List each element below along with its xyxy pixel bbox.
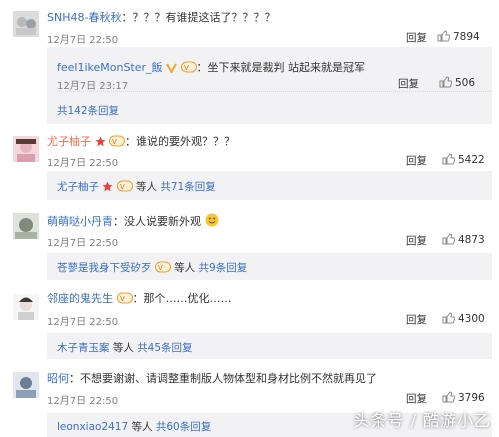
sub-like-button[interactable]: 506 (439, 76, 475, 89)
vip-badge-icon: V (154, 261, 171, 276)
username[interactable]: 尤子柚子 (47, 135, 91, 148)
svg-text:V: V (112, 138, 117, 146)
sub-reply-username[interactable]: feel1ikeMonSter_飯 (57, 61, 163, 74)
like-count: 4300 (458, 313, 485, 325)
others-label: 等人 (174, 262, 196, 274)
thumbs-up-icon (442, 312, 456, 324)
comment-text-line: SNH48-春秋秋：？？？有谁提这话了？？？？ (47, 11, 275, 25)
comment-4: 邻座的鬼先生 V ：那个……优化…… 12月7日 22:50 回复 4300 木子… (0, 280, 499, 359)
comment-text-line: 昭何：不想要谢谢、请调整重制版人物体型和身材比例不然就再见了 (47, 372, 377, 386)
sub-reply-username[interactable]: 尤子柚子 (57, 181, 99, 193)
reply-thread: 苍蓼是我身下受矽歹 V 等人 共9条回复 (47, 253, 492, 280)
reply-button[interactable]: 回复 (406, 312, 427, 327)
sub-reply-text: ：坐下来就是裁判 站起来就是冠军 (196, 61, 366, 74)
reply-button[interactable]: 回复 (406, 30, 427, 45)
thumbs-up-icon (439, 76, 453, 88)
reply-button[interactable]: 回复 (406, 153, 427, 168)
sub-reply-timestamp: 12月7日 23:17 (57, 81, 129, 92)
comment-text-line: 尤子柚子 V ：谁说的要外观？？？ (47, 135, 235, 151)
username[interactable]: 昭何 (47, 372, 69, 385)
comment-text: ：谁说的要外观？？？ (125, 135, 235, 148)
svg-text:V: V (184, 64, 189, 72)
comment-2: 尤子柚子 V ：谁说的要外观？？？ 12月7日 22:50 回复 5422 尤子柚… (0, 124, 499, 202)
thumbs-up-icon (437, 30, 451, 42)
comment-1: SNH48-春秋秋：？？？有谁提这话了？？？？ 12月7日 22:50 回复 7… (0, 0, 499, 124)
like-button[interactable]: 4873 (442, 233, 485, 246)
total-replies-link[interactable]: 共9条回复 (199, 262, 248, 274)
like-button[interactable]: 4300 (442, 312, 485, 325)
others-label: 等人 (131, 421, 153, 433)
comment-text: ：？？？有谁提这话了？？？？ (121, 11, 276, 24)
like-count: 4873 (458, 234, 485, 246)
others-label: 等人 (136, 181, 158, 193)
sub-reply-text-line: feel1ikeMonSter_飯 V ：坐下来就是裁判 站起来就是冠军 (57, 59, 365, 76)
comment-text-line: 萌萌哒小丹青：没人说要新外观 (47, 213, 219, 231)
sub-like-count: 506 (455, 77, 476, 89)
svg-text:V: V (120, 183, 125, 191)
total-replies-link[interactable]: 共142条回复 (57, 103, 119, 118)
emoji-icon (205, 213, 219, 231)
star-badge-icon (95, 136, 106, 151)
divider (57, 91, 492, 92)
vip-badge-icon: V (109, 135, 125, 151)
reply-button[interactable]: 回复 (406, 391, 427, 406)
verified-v-icon (166, 62, 177, 76)
reply-summary: 木子青玉案 等人 共45条回复 (57, 340, 193, 355)
timestamp: 12月7日 22:50 (47, 396, 119, 407)
sub-reply-button[interactable]: 回复 (398, 76, 419, 91)
avatar[interactable] (13, 294, 39, 320)
sub-reply-username[interactable]: leonxiao2417 (57, 421, 128, 433)
total-replies-text[interactable]: 共142条回复 (57, 105, 119, 117)
avatar[interactable] (13, 213, 39, 239)
reply-summary: 尤子柚子 V 等人 共71条回复 (57, 179, 216, 195)
vip-badge-icon: V (180, 61, 197, 76)
timestamp: 12月7日 22:50 (47, 238, 119, 249)
watermark: 头条号 / 酷游小乙 (353, 411, 491, 430)
like-button[interactable]: 3796 (442, 391, 485, 404)
reply-thread: feel1ikeMonSter_飯 V ：坐下来就是裁判 站起来就是冠军 12月7… (47, 47, 492, 124)
timestamp: 12月7日 22:50 (47, 317, 119, 328)
svg-text:V: V (158, 264, 163, 272)
avatar[interactable] (13, 372, 39, 398)
vip-badge-icon: V (116, 292, 133, 308)
like-count: 5422 (458, 154, 485, 166)
username[interactable]: SNH48-春秋秋 (47, 11, 121, 24)
total-replies-link[interactable]: 共60条回复 (156, 421, 211, 433)
reply-thread: 尤子柚子 V 等人 共71条回复 (47, 171, 492, 200)
svg-text:V: V (120, 295, 125, 303)
timestamp: 12月7日 22:50 (47, 35, 119, 46)
comment-3: 萌萌哒小丹青：没人说要新外观 12月7日 22:50 回复 4873 苍蓼是我身… (0, 202, 499, 280)
like-button[interactable]: 7894 (437, 30, 480, 43)
like-count: 3796 (458, 392, 485, 404)
like-button[interactable]: 5422 (442, 153, 485, 166)
username[interactable]: 邻座的鬼先生 (47, 292, 113, 305)
thumbs-up-icon (442, 391, 456, 403)
reply-thread: 木子青玉案 等人 共45条回复 (47, 333, 492, 359)
vip-badge-icon: V (116, 180, 133, 195)
timestamp: 12月7日 22:50 (47, 158, 119, 169)
star-badge-icon (102, 181, 113, 195)
like-count: 7894 (453, 31, 480, 43)
thumbs-up-icon (442, 153, 456, 165)
username[interactable]: 萌萌哒小丹青 (47, 215, 113, 228)
comment-text-line: 邻座的鬼先生 V ：那个……优化…… (47, 292, 232, 308)
avatar[interactable] (13, 11, 39, 37)
comment-text: ：不想要谢谢、请调整重制版人物体型和身材比例不然就再见了 (69, 372, 377, 385)
thumbs-up-icon (442, 233, 456, 245)
reply-summary: 苍蓼是我身下受矽歹 V 等人 共9条回复 (57, 260, 247, 276)
reply-summary: leonxiao2417 等人 共60条回复 (57, 419, 211, 434)
total-replies-link[interactable]: 共71条回复 (160, 181, 215, 193)
sub-reply-username[interactable]: 苍蓼是我身下受矽歹 (57, 262, 152, 274)
avatar[interactable] (13, 136, 39, 162)
others-label: 等人 (112, 342, 134, 354)
sub-reply-username[interactable]: 木子青玉案 (57, 342, 110, 354)
comment-text: ：那个……优化…… (132, 292, 232, 305)
comment-text: ：没人说要新外观 (113, 215, 201, 228)
reply-button[interactable]: 回复 (406, 233, 427, 248)
total-replies-link[interactable]: 共45条回复 (137, 342, 192, 354)
